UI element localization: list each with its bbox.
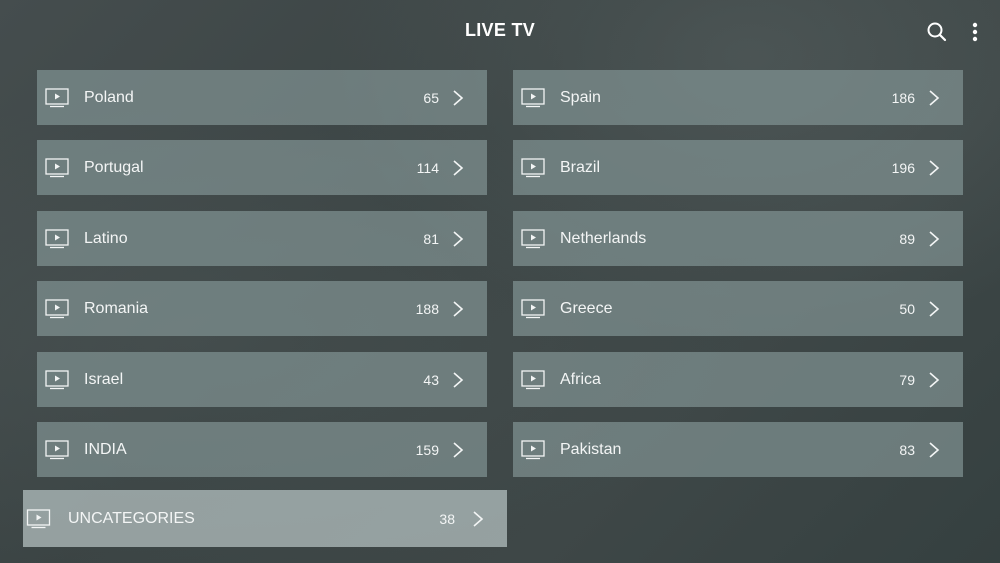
tv-icon — [45, 439, 69, 459]
category-label: Pakistan — [560, 440, 622, 458]
tv-icon — [521, 87, 545, 107]
chevron-right-icon — [929, 159, 940, 176]
category-item[interactable]: Poland 65 — [37, 70, 487, 125]
category-label: Romania — [84, 299, 149, 317]
channel-count: 81 — [423, 230, 439, 247]
category-item[interactable]: Pakistan 83 — [513, 422, 963, 477]
tv-icon — [521, 439, 545, 459]
category-item-uncategories[interactable]: UNCATEGORIES 38 — [23, 490, 507, 547]
category-item[interactable]: Portugal 114 — [37, 140, 487, 195]
channel-count: 114 — [416, 159, 439, 176]
channel-count: 196 — [891, 159, 915, 176]
chevron-right-icon — [929, 230, 940, 247]
chevron-right-icon — [453, 89, 464, 106]
chevron-right-icon — [453, 159, 464, 176]
chevron-right-icon — [929, 300, 940, 317]
tv-icon — [45, 228, 69, 248]
category-item[interactable]: Africa 79 — [513, 352, 963, 407]
channel-count: 38 — [439, 510, 455, 527]
category-item[interactable]: Netherlands 89 — [513, 211, 963, 266]
more-vert-icon — [972, 22, 978, 42]
channel-count: 50 — [899, 300, 915, 317]
tv-icon — [521, 369, 545, 389]
search-button[interactable] — [923, 18, 951, 46]
tv-icon — [521, 157, 545, 177]
category-item[interactable]: Spain 186 — [513, 70, 963, 125]
chevron-right-icon — [929, 371, 940, 388]
category-item[interactable]: Brazil 196 — [513, 140, 963, 195]
category-label: UNCATEGORIES — [68, 509, 195, 527]
chevron-right-icon — [929, 441, 940, 458]
channel-count: 65 — [423, 89, 439, 106]
tv-icon — [521, 228, 545, 248]
category-item[interactable]: Israel 43 — [37, 352, 487, 407]
category-label: Latino — [84, 229, 128, 247]
category-label: Brazil — [560, 158, 601, 176]
tv-icon — [26, 508, 51, 528]
channel-count: 79 — [899, 371, 915, 388]
channel-count: 188 — [415, 300, 439, 317]
tv-icon — [45, 157, 69, 177]
category-label: INDIA — [84, 440, 127, 458]
category-item[interactable]: INDIA 159 — [37, 422, 487, 477]
category-label: Netherlands — [560, 229, 647, 247]
chevron-right-icon — [453, 300, 464, 317]
channel-count: 89 — [899, 230, 915, 247]
category-label: Poland — [84, 88, 134, 106]
tv-icon — [45, 87, 69, 107]
search-icon — [927, 22, 947, 42]
tv-icon — [45, 369, 69, 389]
channel-count: 186 — [891, 89, 915, 106]
category-item[interactable]: Romania 188 — [37, 281, 487, 336]
more-options-button[interactable] — [962, 18, 990, 46]
page-title: LIVE TV — [464, 20, 536, 40]
category-label: Greece — [560, 299, 613, 317]
chevron-right-icon — [453, 441, 464, 458]
category-item[interactable]: Latino 81 — [37, 211, 487, 266]
tv-icon — [45, 298, 69, 318]
category-label: Africa — [560, 370, 601, 388]
category-label: Spain — [560, 88, 601, 106]
category-label: Portugal — [84, 158, 144, 176]
chevron-right-icon — [929, 89, 940, 106]
chevron-right-icon — [473, 510, 484, 527]
channel-count: 159 — [415, 441, 439, 458]
channel-count: 83 — [899, 441, 915, 458]
category-label: Israel — [84, 370, 124, 388]
chevron-right-icon — [453, 371, 464, 388]
category-item[interactable]: Greece 50 — [513, 281, 963, 336]
chevron-right-icon — [453, 230, 464, 247]
channel-count: 43 — [423, 371, 439, 388]
tv-icon — [521, 298, 545, 318]
